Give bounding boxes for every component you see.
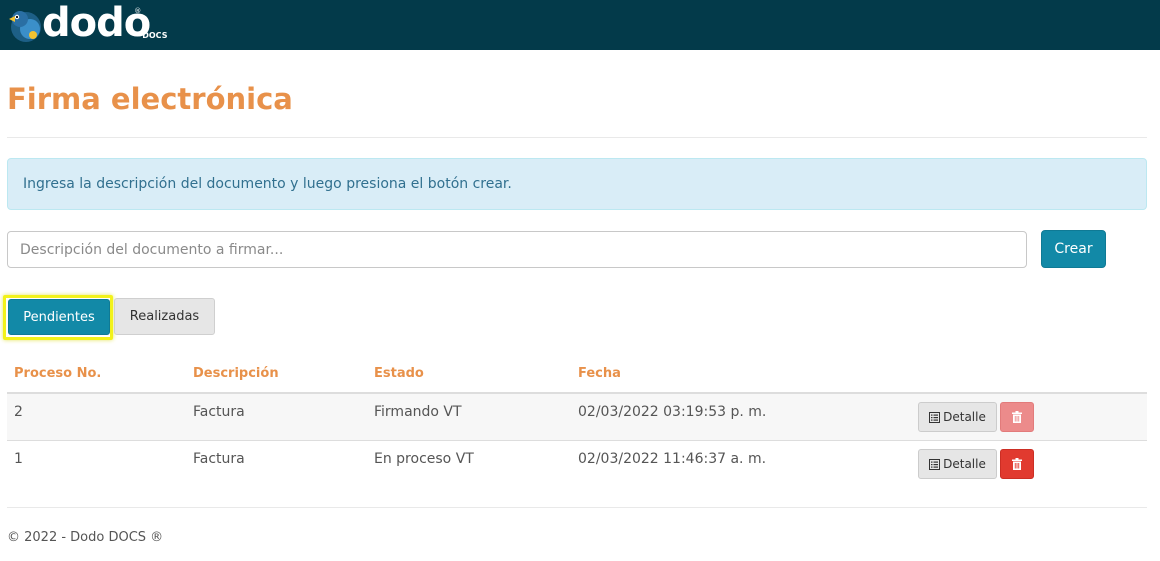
footer-copyright: © 2022 - Dodo DOCS ® xyxy=(7,530,164,545)
brand-registered-mark: ® xyxy=(134,7,142,15)
column-header-proceso: Proceso No. xyxy=(14,366,102,381)
detail-button-label: Detalle xyxy=(943,457,986,471)
info-alert-text: Ingresa la descripción del documento y l… xyxy=(23,176,512,192)
trash-icon xyxy=(1012,411,1022,423)
tab-realizadas[interactable]: Realizadas xyxy=(114,298,215,335)
column-header-fecha: Fecha xyxy=(578,366,621,381)
brand-sub: DOCS xyxy=(142,30,168,40)
tab-pendientes[interactable]: Pendientes xyxy=(8,299,110,335)
cell-proceso: 1 xyxy=(14,451,23,467)
delete-button[interactable] xyxy=(1000,449,1034,479)
dodo-bird-logo-icon xyxy=(9,11,41,42)
detail-button[interactable]: Detalle xyxy=(918,402,997,432)
column-header-descripcion: Descripción xyxy=(193,366,279,381)
column-header-estado: Estado xyxy=(374,366,424,381)
top-navbar: dodo ® DOCS xyxy=(0,0,1160,50)
detail-button[interactable]: Detalle xyxy=(918,449,997,479)
list-icon xyxy=(929,411,941,423)
create-button[interactable]: Crear xyxy=(1041,230,1106,268)
title-divider xyxy=(7,137,1147,138)
page-title: Firma electrónica xyxy=(7,82,293,116)
info-alert: Ingresa la descripción del documento y l… xyxy=(7,158,1147,210)
cell-proceso: 2 xyxy=(14,404,23,420)
delete-button[interactable] xyxy=(1000,402,1034,432)
detail-button-label: Detalle xyxy=(943,410,986,424)
footer-divider xyxy=(7,507,1147,508)
cell-fecha: 02/03/2022 11:46:37 a. m. xyxy=(578,451,767,467)
cell-fecha: 02/03/2022 03:19:53 p. m. xyxy=(578,404,767,420)
cell-descripcion: Factura xyxy=(193,404,245,420)
trash-icon xyxy=(1012,458,1022,470)
brand-logo[interactable]: dodo ® DOCS xyxy=(6,2,167,48)
cell-estado: En proceso VT xyxy=(374,451,474,467)
list-icon xyxy=(929,458,941,470)
cell-descripcion: Factura xyxy=(193,451,245,467)
description-input[interactable] xyxy=(7,231,1027,268)
cell-estado: Firmando VT xyxy=(374,404,462,420)
